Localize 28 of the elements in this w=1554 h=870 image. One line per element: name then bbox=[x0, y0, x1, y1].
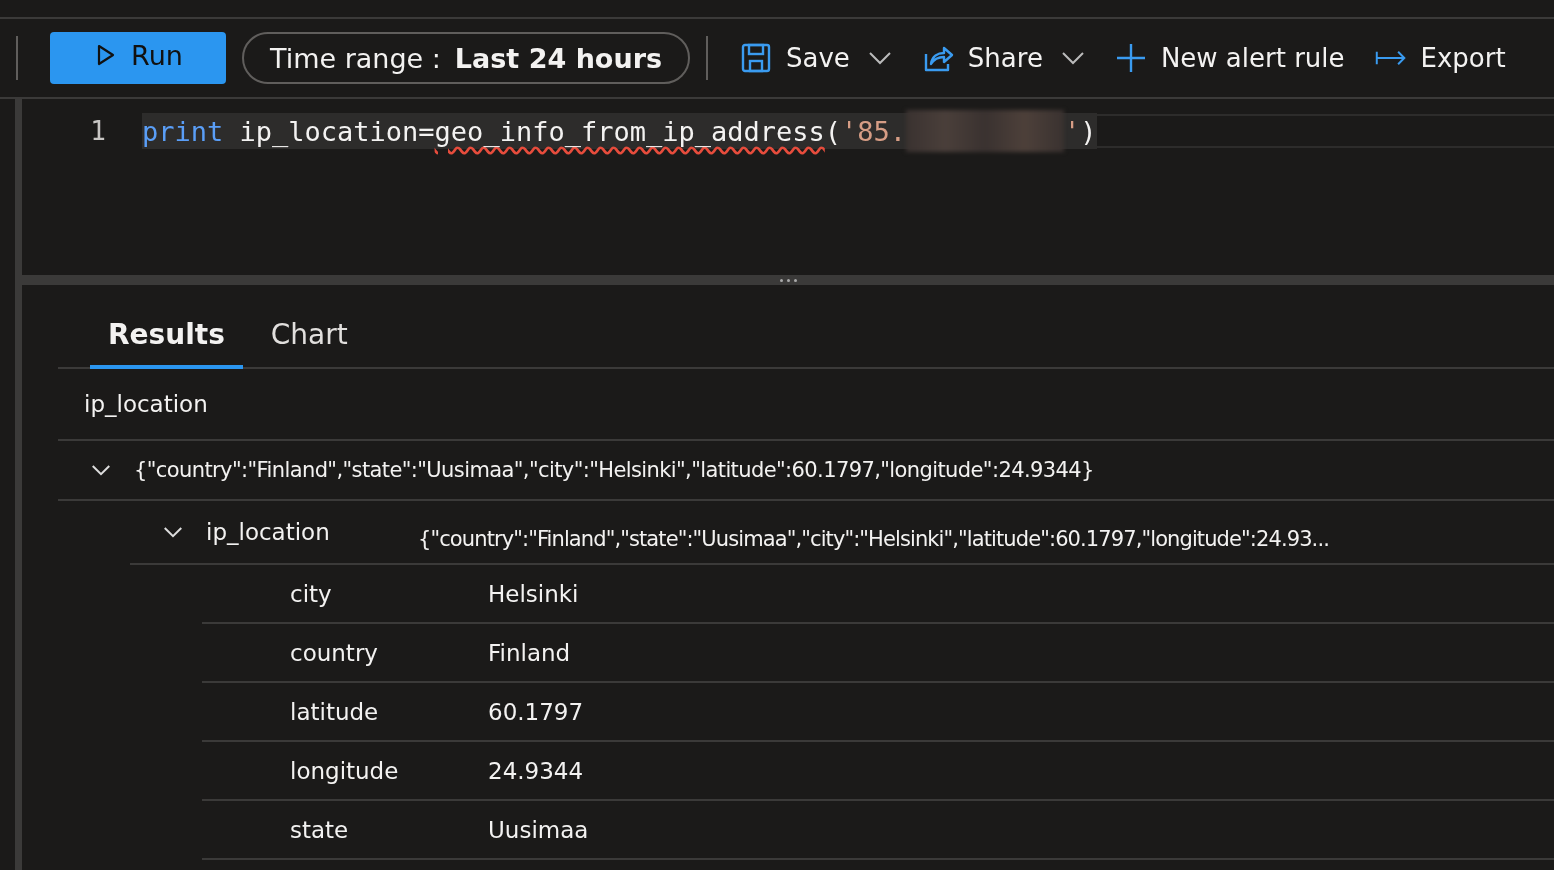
chevron-down-icon bbox=[867, 51, 892, 65]
field-value: Uusimaa bbox=[488, 816, 589, 843]
field-value: 60.1797 bbox=[488, 698, 584, 725]
tab[interactable]: Results bbox=[90, 318, 243, 369]
field-name: state bbox=[289, 816, 350, 843]
time-range-picker[interactable]: Time range : Last 24 hours bbox=[242, 32, 690, 84]
table-cell: {"country":"Finland","state":"Uusimaa","city":"Helsinki","latitude":60.1797,"longitude":24.9344} bbox=[134, 458, 1094, 482]
field-name: ip_location bbox=[206, 519, 331, 545]
line-number: 1 bbox=[89, 116, 107, 146]
field-value: {"country":"Finland","state":"Uusimaa","city":"Helsinki","latitude":60.1797,"longitude":24.93... bbox=[418, 526, 1329, 551]
chevron-down-icon bbox=[1060, 51, 1085, 65]
field-name: latitude bbox=[289, 698, 380, 725]
field-name: country bbox=[289, 639, 379, 666]
field-value: 24.9344 bbox=[488, 757, 584, 784]
chevron-down-icon[interactable] bbox=[90, 463, 112, 477]
field-value: Finland bbox=[488, 639, 571, 666]
plus-icon bbox=[1114, 42, 1147, 74]
field-name: city bbox=[289, 580, 333, 607]
chevron-down-icon[interactable] bbox=[162, 525, 184, 539]
run-button[interactable]: Run bbox=[50, 32, 226, 84]
export-button[interactable]: Export bbox=[1358, 28, 1520, 88]
field-value: Helsinki bbox=[488, 580, 579, 607]
tab[interactable]: Chart bbox=[252, 318, 366, 369]
field-name: longitude bbox=[289, 757, 400, 784]
new-alert-rule-button[interactable]: New alert rule bbox=[1098, 28, 1359, 88]
share-button[interactable]: Share bbox=[905, 28, 1099, 88]
save-button[interactable]: Save bbox=[724, 28, 906, 88]
column-header[interactable]: ip_location bbox=[84, 391, 208, 417]
